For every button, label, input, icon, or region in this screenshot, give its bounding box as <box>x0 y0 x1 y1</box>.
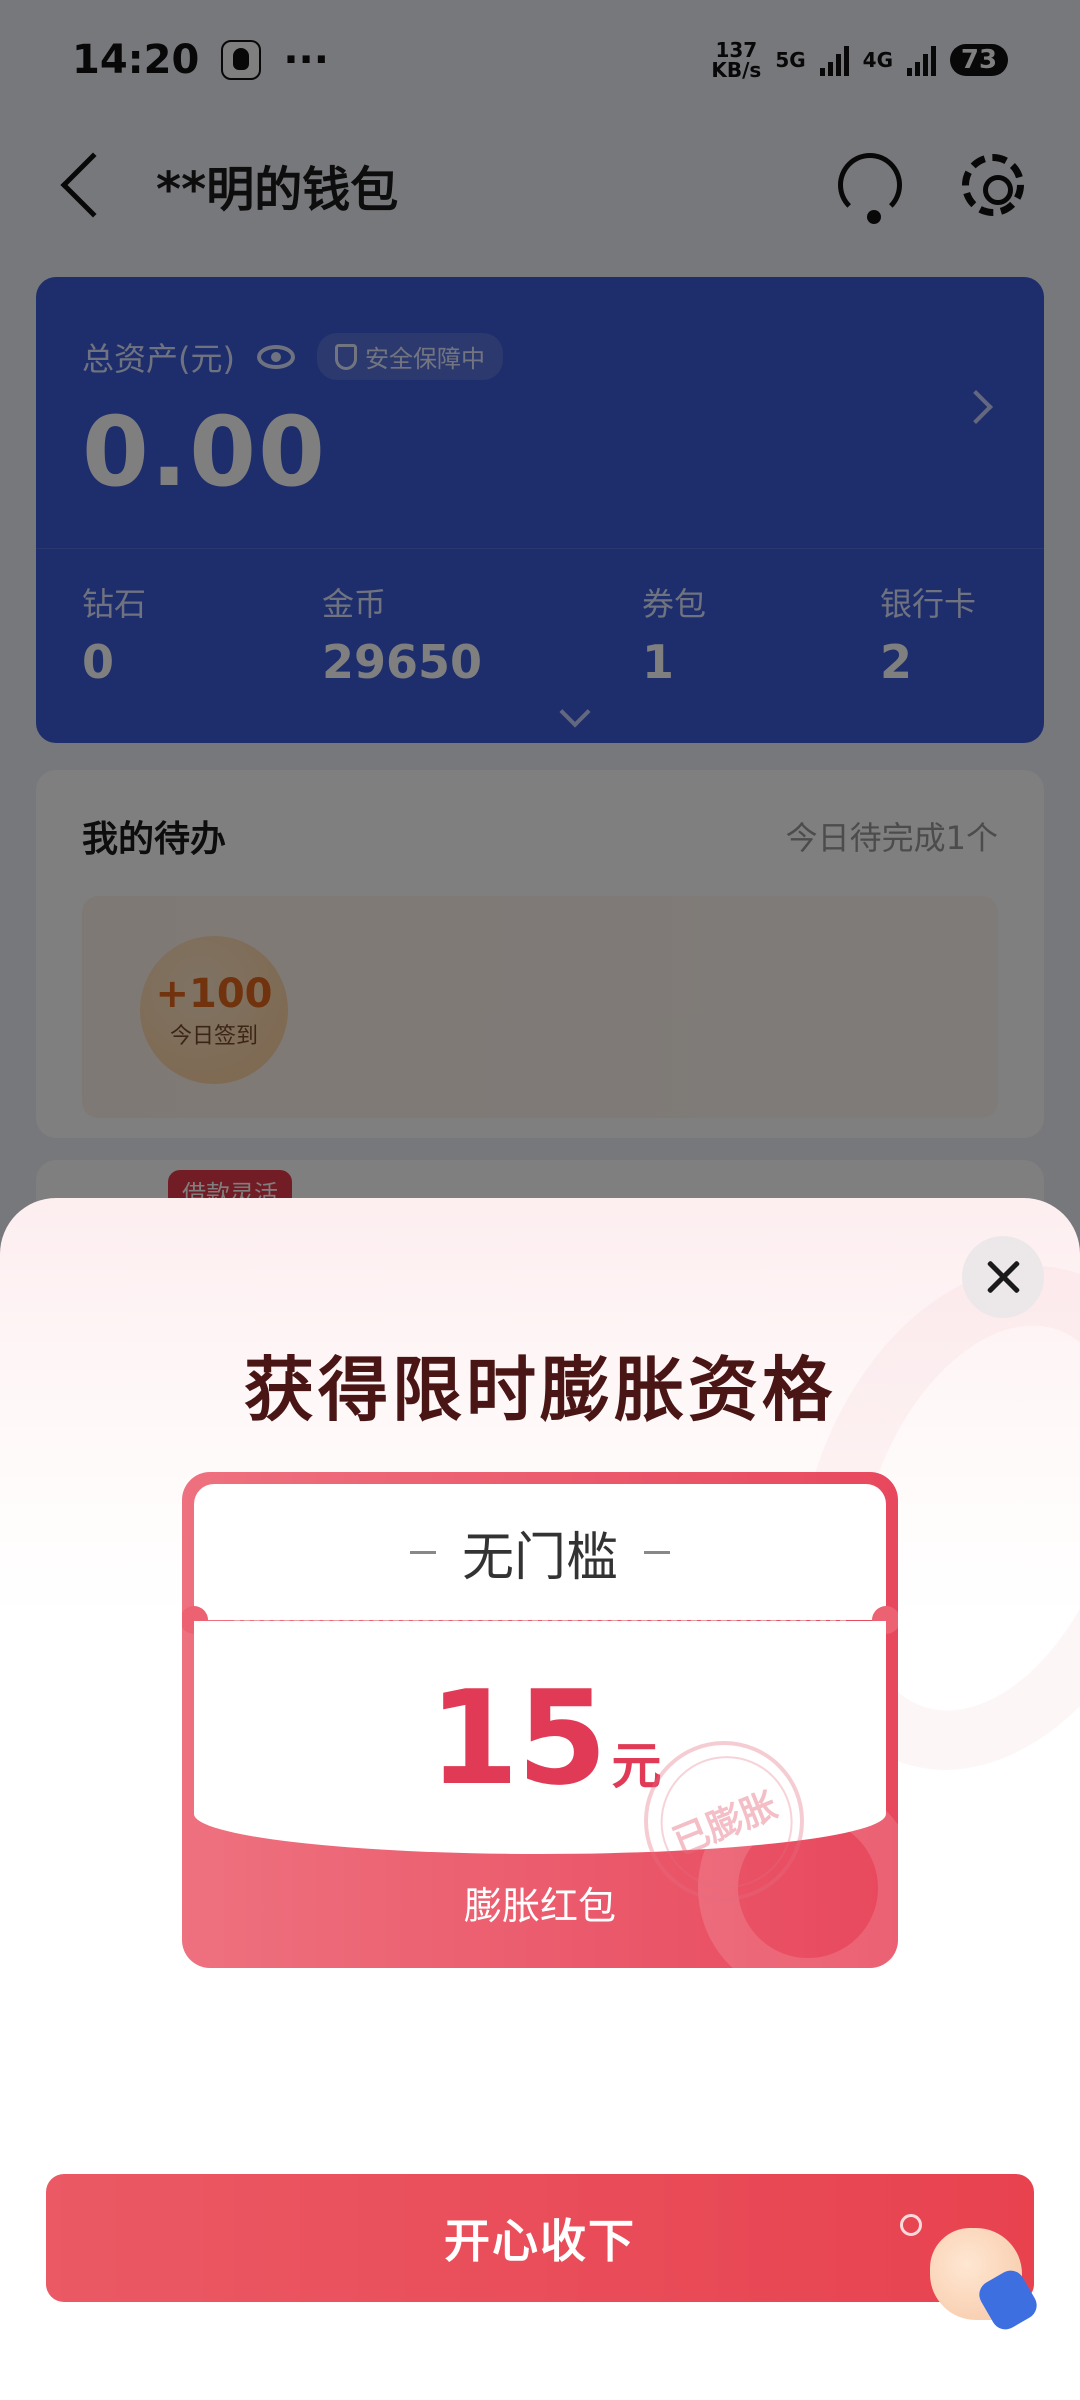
coupon-amount-value: 15 <box>428 1661 608 1814</box>
close-icon <box>984 1258 1022 1296</box>
dash-left <box>409 1550 436 1554</box>
popup-title: 获得限时膨胀资格 <box>244 1349 836 1431</box>
coupon-threshold: 无门槛 <box>461 1527 618 1588</box>
tap-indicator <box>900 2214 922 2236</box>
envelope-label: 膨胀红包 <box>463 1884 616 1928</box>
coupon-body: 15 元 已膨胀 <box>194 1621 886 1926</box>
stamp-text: 已膨胀 <box>667 1785 784 1864</box>
pointing-hand-icon <box>930 2228 1022 2320</box>
coupon-amount: 15 元 <box>429 1662 662 1814</box>
accept-button[interactable]: 开心收下 <box>46 2174 1034 2302</box>
promo-bottom-sheet: 获得限时膨胀资格 无门槛 15 元 已膨胀 膨胀红包 开心收下 <box>0 1198 1080 2400</box>
red-envelope: 无门槛 15 元 已膨胀 膨胀红包 <box>182 1472 898 1968</box>
coupon: 无门槛 15 元 已膨胀 <box>182 1484 898 1926</box>
dash-right <box>644 1550 670 1554</box>
coupon-header: 无门槛 <box>182 1484 898 1634</box>
close-button[interactable] <box>962 1236 1044 1318</box>
